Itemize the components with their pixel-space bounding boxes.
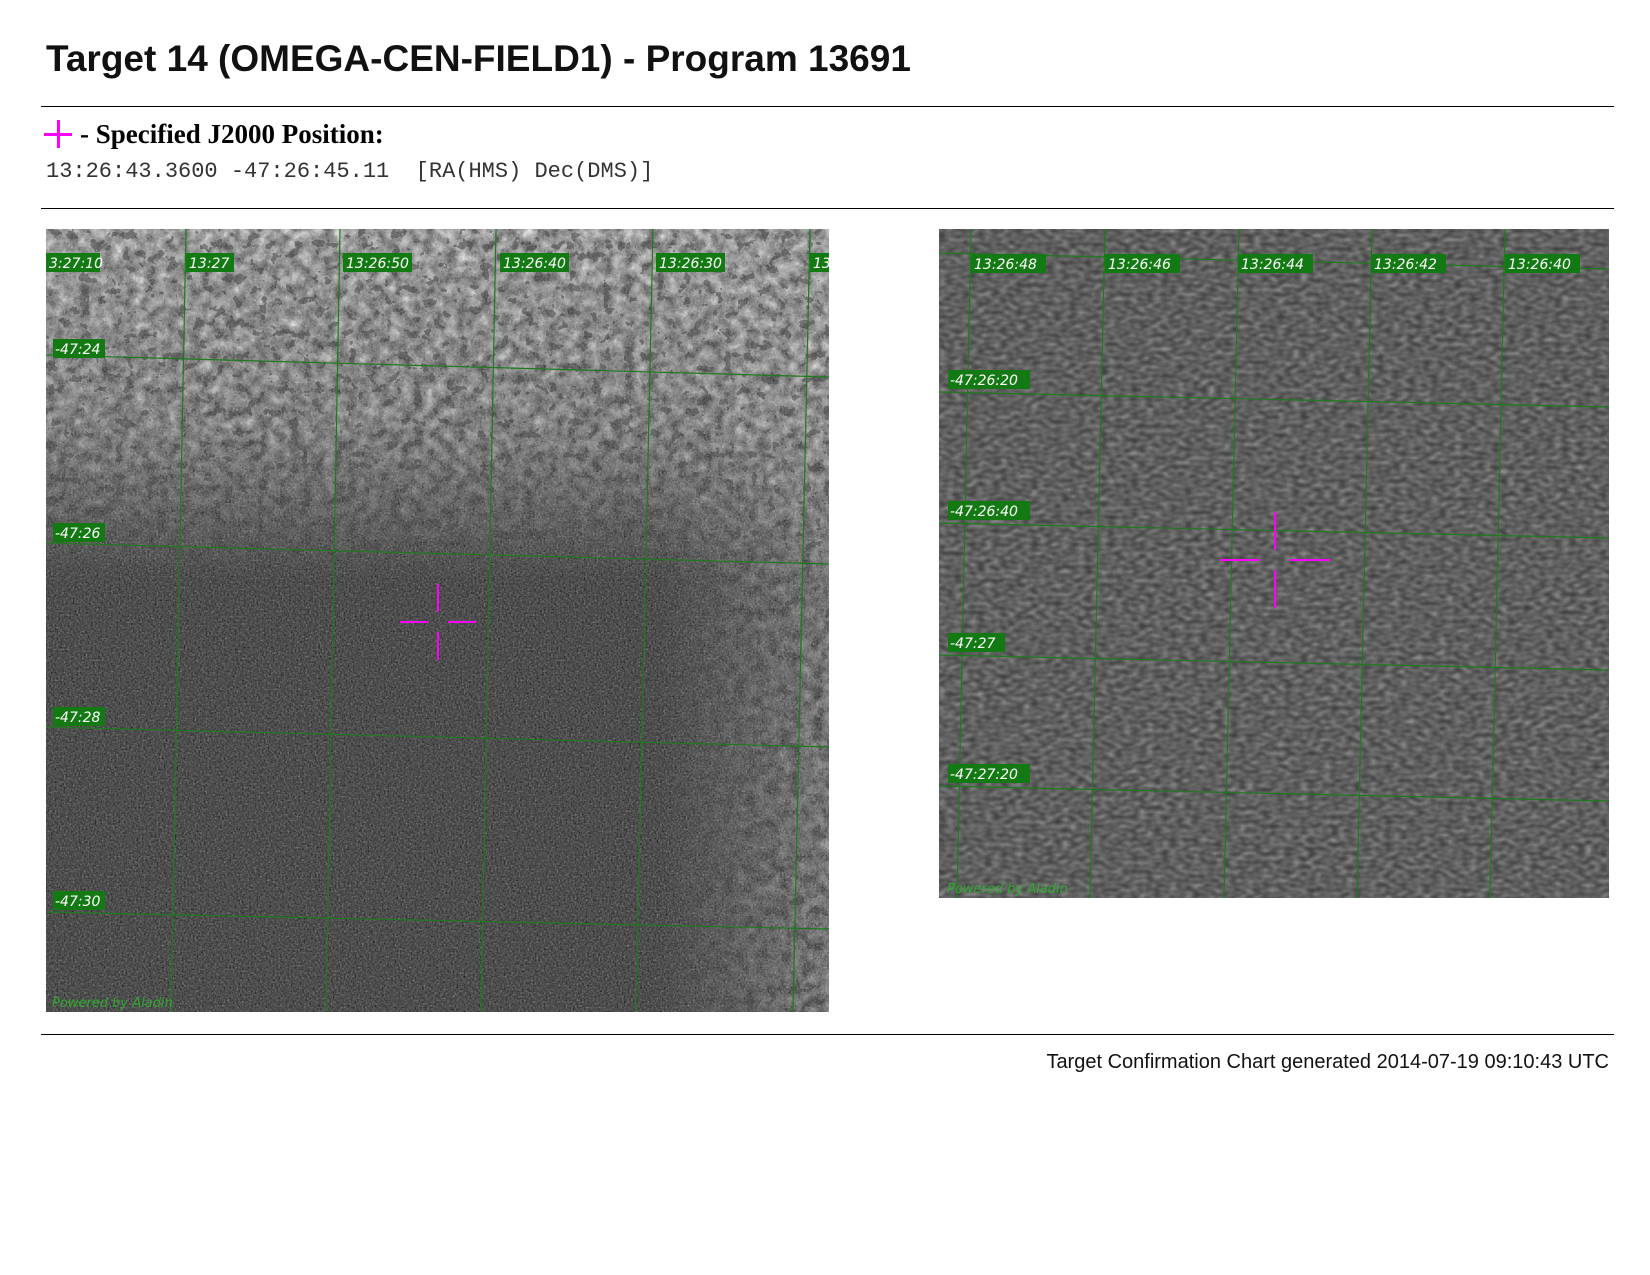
ra-label: 13:26:48 — [974, 257, 1037, 273]
ra-label: 13:27 — [189, 256, 229, 272]
dec-label: -47:27:20 — [950, 767, 1018, 783]
target-coordinates: 13:26:43.3600 -47:26:45.11 [RA(HMS) Dec(… — [46, 159, 654, 184]
dec-label: -47:26 — [55, 526, 100, 542]
position-label: - Specified J2000 Position: — [80, 118, 384, 149]
zoom-field-image: 13:26:48 13:26:46 13:26:44 13:26:42 13:2… — [939, 229, 1609, 898]
dec-label: -47:28 — [55, 710, 100, 726]
footer-divider — [41, 1034, 1614, 1035]
ra-label: 13:26:30 — [659, 256, 722, 272]
zoom-field-svg: 13:26:48 13:26:46 13:26:44 13:26:42 13:2… — [939, 229, 1609, 898]
page-title: Target 14 (OMEGA-CEN-FIELD1) - Program 1… — [46, 38, 911, 79]
ra-label: 13:26:50 — [346, 256, 409, 272]
ra-label: 13:26:46 — [1108, 257, 1171, 273]
dec-label: -47:24 — [55, 342, 100, 358]
wide-field-svg: 3:27:10 13:27 13:26:50 13:26:40 13:26:30… — [46, 229, 829, 1012]
dec-label: -47:27 — [950, 636, 995, 652]
ra-label: 13:26:40 — [1508, 257, 1571, 273]
aladin-credit: Powered by Aladin — [947, 882, 1068, 897]
dec-label: -47:30 — [55, 894, 100, 910]
magenta-crosshair-icon — [44, 120, 72, 148]
dec-label: -47:26:40 — [950, 504, 1018, 520]
header-divider — [41, 208, 1614, 209]
generation-timestamp: Target Confirmation Chart generated 2014… — [1046, 1051, 1609, 1073]
ra-label: 13:26:44 — [1241, 257, 1304, 273]
ra-label: 13 — [813, 256, 829, 272]
aladin-credit: Powered by Aladin — [52, 996, 173, 1011]
dec-label: -47:26:20 — [950, 373, 1018, 389]
ra-label: 13:26:40 — [503, 256, 566, 272]
position-heading: - Specified J2000 Position: — [44, 114, 384, 154]
ra-label: 13:26:42 — [1374, 257, 1437, 273]
ra-label: 3:27:10 — [49, 256, 103, 272]
wide-field-image: 3:27:10 13:27 13:26:50 13:26:40 13:26:30… — [46, 229, 829, 1012]
top-divider — [41, 106, 1614, 107]
